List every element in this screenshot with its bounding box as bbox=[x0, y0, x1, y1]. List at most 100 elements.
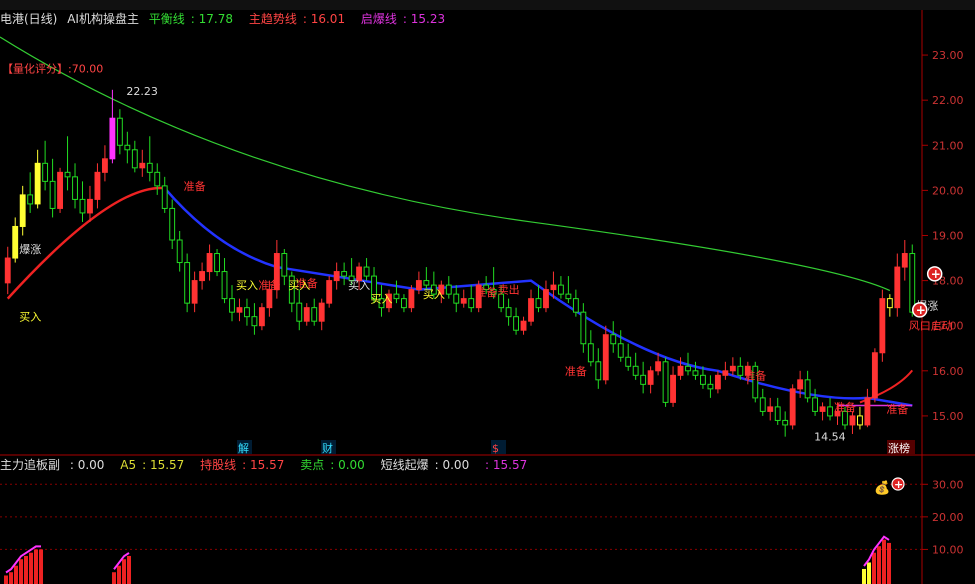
candle-body bbox=[139, 162, 146, 169]
candle-body bbox=[281, 253, 288, 277]
candle-body bbox=[677, 365, 684, 376]
candle-body bbox=[87, 198, 93, 214]
sub-volume-bar bbox=[39, 549, 43, 584]
sub-volume-bar bbox=[122, 559, 126, 584]
candle-body bbox=[670, 374, 676, 403]
candle-body bbox=[199, 271, 206, 282]
candle-body bbox=[318, 302, 325, 322]
candle-body bbox=[557, 284, 564, 295]
candle-body bbox=[258, 307, 265, 327]
candle-body bbox=[827, 406, 833, 417]
candle-body bbox=[244, 307, 250, 318]
signal-label: 准备 bbox=[475, 285, 497, 299]
candle-body bbox=[415, 280, 422, 291]
candle-body bbox=[453, 293, 460, 304]
price-tick-label: 16.00 bbox=[932, 365, 964, 378]
plus-marker-glyph: + bbox=[916, 303, 926, 317]
signal-label: 准备 bbox=[886, 402, 908, 416]
candle-body bbox=[610, 334, 617, 345]
candle-body bbox=[12, 225, 19, 259]
high-price-label: 22.23 bbox=[126, 85, 157, 98]
price-tick-label: 20.00 bbox=[932, 184, 964, 197]
candle-body bbox=[94, 171, 101, 200]
candle-body bbox=[27, 194, 34, 205]
event-tag-1: 财 bbox=[322, 441, 333, 455]
candle-body bbox=[789, 388, 796, 426]
kline-chart[interactable]: 23.0022.0021.0020.0019.0018.0017.0016.00… bbox=[0, 0, 975, 584]
sub-tick-label: 30.00 bbox=[932, 478, 964, 491]
candle-body bbox=[864, 397, 871, 426]
signal-label: 买入 bbox=[423, 288, 445, 301]
candle-body bbox=[176, 239, 183, 264]
candle-body bbox=[460, 298, 467, 304]
sub-volume-bar bbox=[887, 542, 891, 584]
event-tag-2: $ bbox=[492, 442, 499, 455]
sub-volume-bar bbox=[19, 559, 23, 584]
candle-body bbox=[401, 298, 407, 309]
candle-body bbox=[64, 171, 71, 178]
sub-volume-bar bbox=[882, 539, 886, 584]
candle-body bbox=[759, 397, 766, 412]
signal-label: 准备 bbox=[744, 368, 766, 382]
candle-body bbox=[714, 374, 721, 390]
signal-label: 准备 bbox=[834, 400, 856, 414]
candle-body bbox=[513, 316, 519, 331]
candle-body bbox=[707, 383, 714, 390]
candle-body bbox=[229, 298, 235, 313]
candle-body bbox=[528, 298, 534, 322]
sub-signal-line bbox=[113, 552, 130, 570]
low-price-label: 14.54 bbox=[814, 431, 846, 444]
candle-body bbox=[849, 415, 856, 426]
candle-body bbox=[729, 365, 736, 372]
candle-body bbox=[662, 361, 669, 403]
candle-body bbox=[161, 185, 168, 209]
price-tick-label: 21.00 bbox=[932, 139, 964, 152]
candle-body bbox=[804, 379, 811, 399]
sub-volume-bar bbox=[34, 549, 38, 584]
candle-body bbox=[879, 298, 886, 354]
candle-body bbox=[124, 144, 131, 151]
candle-body bbox=[767, 406, 774, 412]
candle-body bbox=[901, 253, 908, 268]
score-label: 【量化评分】:70.00 bbox=[2, 62, 103, 76]
candle-body bbox=[34, 162, 41, 205]
candle-body bbox=[296, 302, 303, 322]
signal-label: 风口启动 bbox=[909, 320, 953, 333]
candle-body bbox=[154, 171, 161, 187]
candle-body bbox=[647, 370, 654, 385]
price-tick-label: 23.00 bbox=[932, 49, 964, 62]
candle-body bbox=[722, 370, 729, 376]
candle-body bbox=[19, 194, 26, 227]
sub-volume-bar bbox=[127, 555, 131, 584]
sub-volume-bar bbox=[9, 572, 13, 584]
sub-volume-bar bbox=[872, 552, 876, 584]
candle-body bbox=[116, 117, 123, 146]
signal-label: 买入 bbox=[348, 279, 370, 292]
sub-volume-bar bbox=[877, 546, 881, 584]
signal-label: 买入 bbox=[371, 293, 393, 306]
sub-plus-glyph: + bbox=[894, 478, 903, 491]
candle-body bbox=[423, 280, 430, 286]
candle-body bbox=[640, 374, 647, 385]
sub-volume-bar bbox=[117, 565, 121, 584]
candle-body bbox=[72, 176, 78, 200]
candle-body bbox=[797, 379, 804, 390]
sub-volume-bar bbox=[867, 562, 871, 584]
candle-body bbox=[782, 419, 789, 426]
signal-label: 卖出 bbox=[498, 283, 520, 297]
candle-body bbox=[4, 257, 11, 284]
candle-body bbox=[602, 334, 609, 381]
money-bag-icon: 💰 bbox=[874, 480, 890, 496]
candle-body bbox=[169, 207, 176, 241]
signal-label: 买入 bbox=[236, 279, 258, 292]
sub-tick-label: 10.00 bbox=[932, 543, 964, 556]
candle-body bbox=[303, 307, 310, 322]
sub-volume-bar bbox=[4, 575, 8, 584]
candle-body bbox=[79, 198, 86, 214]
candle-body bbox=[326, 280, 333, 304]
candle-body bbox=[565, 293, 572, 300]
candle-body bbox=[535, 298, 542, 309]
candle-body bbox=[812, 397, 819, 412]
sub-tick-label: 20.00 bbox=[932, 511, 964, 524]
candle-body bbox=[363, 266, 370, 277]
